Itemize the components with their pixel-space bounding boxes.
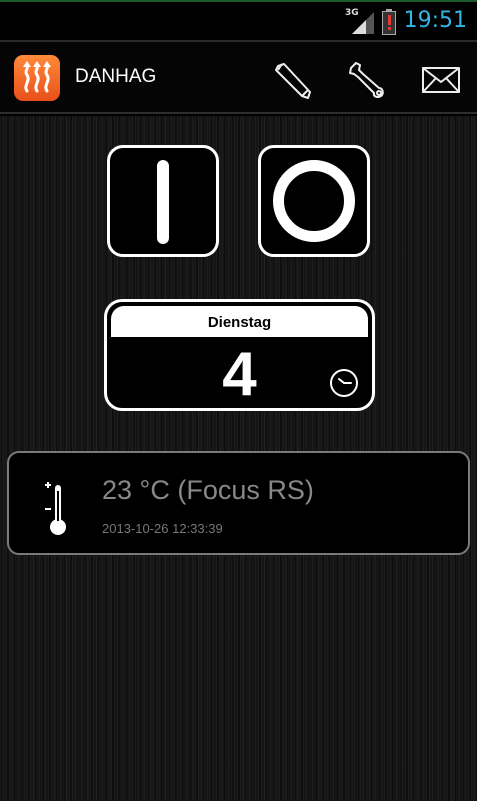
signal-icon bbox=[352, 12, 374, 34]
sensor-timestamp: 2013-10-26 12:33:39 bbox=[102, 521, 223, 536]
settings-button[interactable] bbox=[346, 60, 386, 100]
app-title: DANHAG bbox=[75, 66, 157, 87]
power-on-icon bbox=[157, 160, 169, 244]
mail-icon bbox=[422, 67, 460, 93]
battery-alert-icon bbox=[382, 9, 396, 35]
edit-button[interactable] bbox=[272, 60, 312, 100]
heater-icon[interactable] bbox=[14, 55, 60, 101]
clock-icon bbox=[330, 369, 358, 397]
status-bar: 3G 19:51 bbox=[0, 0, 477, 40]
sensor-reading: 23 °C (Focus RS) bbox=[102, 475, 314, 505]
timer-day-label: Dienstag bbox=[111, 306, 368, 337]
action-bar: DANHAG bbox=[0, 40, 477, 114]
status-time: 19:51 bbox=[403, 8, 467, 33]
power-on-button[interactable] bbox=[107, 145, 219, 257]
wrench-icon bbox=[349, 62, 384, 98]
mail-button[interactable] bbox=[421, 60, 461, 100]
timer-card[interactable]: Dienstag 4 bbox=[104, 299, 375, 411]
power-off-icon bbox=[273, 160, 355, 242]
power-off-button[interactable] bbox=[258, 145, 370, 257]
sensor-card[interactable]: 23 °C (Focus RS) 2013-10-26 12:33:39 bbox=[7, 451, 470, 555]
thermometer-icon bbox=[45, 482, 66, 535]
pencil-icon bbox=[275, 63, 311, 99]
